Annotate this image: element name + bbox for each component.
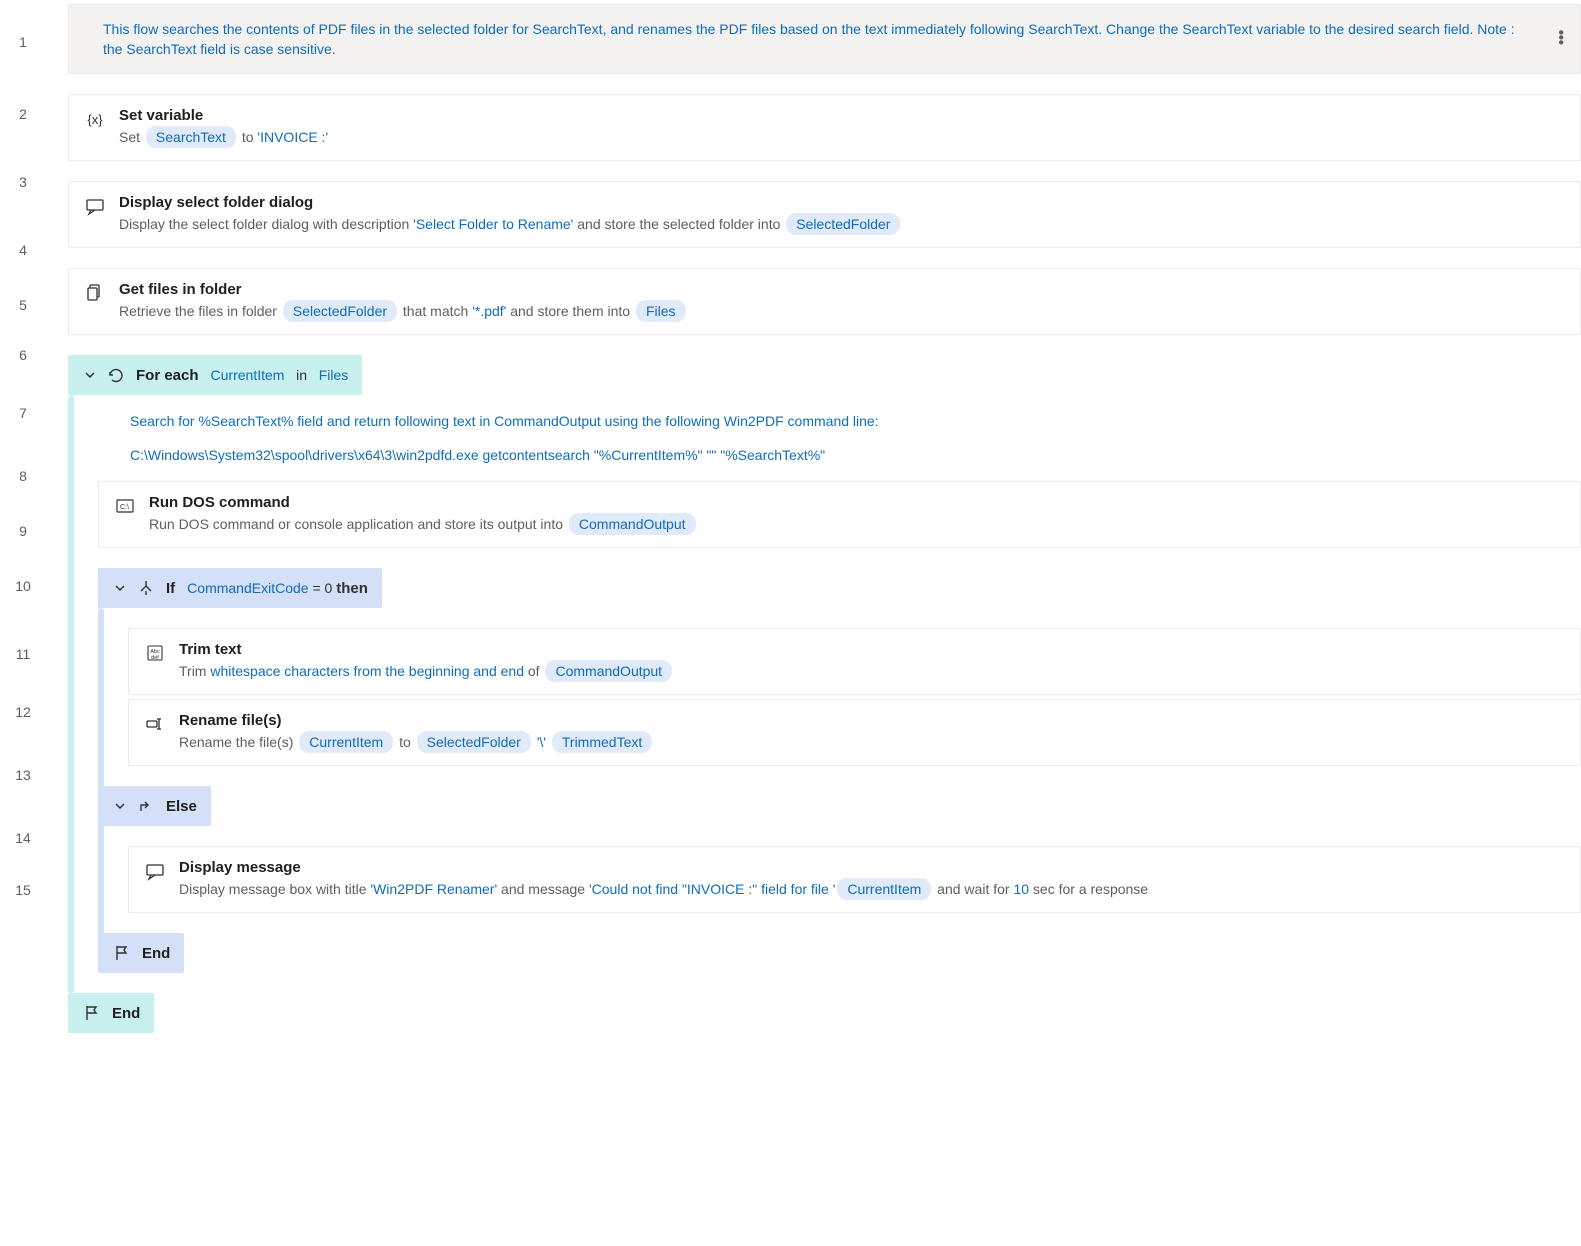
if-header[interactable]: If CommandExitCode = 0 then — [98, 568, 382, 608]
variable-pill: CurrentItem — [299, 731, 393, 753]
else-icon — [136, 796, 156, 816]
line-number: 9 — [0, 510, 46, 552]
step-title: Rename file(s) — [179, 712, 1564, 729]
step-title: Get files in folder — [119, 281, 1564, 298]
step-desc: Set SearchText to 'INVOICE :' — [119, 126, 1564, 148]
block-title: For each — [136, 367, 199, 384]
line-number: 10 — [0, 552, 46, 620]
chevron-down-icon[interactable] — [112, 580, 128, 596]
line-number: 14 — [0, 814, 46, 862]
line-number: 12 — [0, 688, 46, 736]
step-desc: Trim whitespace characters from the begi… — [179, 660, 1564, 682]
step-title: Set variable — [119, 107, 1564, 124]
step-desc: Retrieve the files in folder SelectedFol… — [119, 300, 1564, 322]
step-title: Run DOS command — [149, 494, 1564, 511]
inner-comment[interactable]: Search for %SearchText% field and return… — [68, 395, 1581, 447]
flag-icon — [82, 1003, 102, 1023]
variable-icon: {x} — [85, 109, 105, 129]
files-icon — [85, 283, 105, 303]
line-number: 15 — [0, 862, 46, 918]
line-number: 11 — [0, 620, 46, 688]
step-desc: Run DOS command or console application a… — [149, 513, 1564, 535]
select-folder-step[interactable]: Display select folder dialog Display the… — [68, 181, 1581, 248]
rename-files-step[interactable]: Rename file(s) Rename the file(s) Curren… — [128, 699, 1581, 766]
end-foreach-block[interactable]: End — [68, 993, 154, 1033]
flag-icon — [112, 943, 132, 963]
svg-text:{x}: {x} — [87, 112, 103, 127]
line-number: 8 — [0, 442, 46, 510]
variable-link: CurrentItem — [211, 367, 285, 383]
variable-pill: SelectedFolder — [283, 300, 397, 322]
variable-pill: SearchText — [146, 126, 236, 148]
loop-icon — [106, 365, 126, 385]
set-variable-step[interactable]: {x} Set variable Set SearchText to 'INVO… — [68, 94, 1581, 161]
block-title: End — [142, 945, 170, 962]
variable-pill: Files — [636, 300, 686, 322]
line-number: 1 — [0, 4, 46, 80]
block-rail — [68, 395, 74, 993]
inner-comment[interactable]: C:\Windows\System32\spool\drivers\x64\3\… — [68, 447, 1581, 481]
line-number: 6 — [0, 326, 46, 384]
foreach-header[interactable]: For each CurrentItem in Files — [68, 355, 362, 395]
text-icon: Abcdef — [145, 643, 165, 663]
display-message-step[interactable]: Display message Display message box with… — [128, 846, 1581, 913]
chevron-down-icon[interactable] — [112, 798, 128, 814]
comment-step[interactable]: This flow searches the contents of PDF f… — [68, 4, 1581, 74]
variable-link: Files — [319, 367, 349, 383]
variable-pill: SelectedFolder — [417, 731, 531, 753]
dialog-icon — [85, 196, 105, 216]
flow-canvas: This flow searches the contents of PDF f… — [46, 0, 1581, 1033]
terminal-icon: C:\ — [115, 496, 135, 516]
line-number: 7 — [0, 384, 46, 442]
step-desc: Display the select folder dialog with de… — [119, 213, 1564, 235]
step-desc: Rename the file(s) CurrentItem to Select… — [179, 731, 1564, 753]
line-number: 2 — [0, 80, 46, 148]
line-number: 3 — [0, 148, 46, 216]
variable-pill: CommandOutput — [545, 660, 672, 682]
variable-pill: CurrentItem — [837, 878, 931, 900]
block-title: End — [112, 1005, 140, 1022]
comment-text: This flow searches the contents of PDF f… — [103, 19, 1530, 59]
line-number: 13 — [0, 736, 46, 814]
line-number-gutter: 1 2 3 4 5 6 7 8 9 10 11 12 13 14 15 — [0, 0, 46, 1033]
step-title: Trim text — [179, 641, 1564, 658]
line-number: 5 — [0, 284, 46, 326]
block-rail — [98, 608, 104, 973]
branch-icon — [136, 578, 156, 598]
else-header[interactable]: Else — [98, 786, 211, 826]
variable-pill: TrimmedText — [552, 731, 652, 753]
svg-text:def: def — [151, 655, 159, 661]
variable-pill: CommandOutput — [569, 513, 696, 535]
variable-link: CommandExitCode — [187, 580, 308, 596]
step-desc: Display message box with title 'Win2PDF … — [179, 878, 1564, 900]
block-title: If — [166, 580, 175, 597]
trim-text-step[interactable]: Abcdef Trim text Trim whitespace charact… — [128, 628, 1581, 695]
get-files-step[interactable]: Get files in folder Retrieve the files i… — [68, 268, 1581, 335]
end-if-block[interactable]: End — [98, 933, 184, 973]
more-icon[interactable]: ••• — [1558, 32, 1564, 47]
step-title: Display message — [179, 859, 1564, 876]
variable-pill: SelectedFolder — [786, 213, 900, 235]
block-title: Else — [166, 798, 197, 815]
step-title: Display select folder dialog — [119, 194, 1564, 211]
svg-text:C:\: C:\ — [120, 504, 129, 511]
message-icon — [145, 861, 165, 881]
rename-icon — [145, 714, 165, 734]
run-dos-step[interactable]: C:\ Run DOS command Run DOS command or c… — [98, 481, 1581, 548]
chevron-down-icon[interactable] — [82, 367, 98, 383]
line-number: 4 — [0, 216, 46, 284]
